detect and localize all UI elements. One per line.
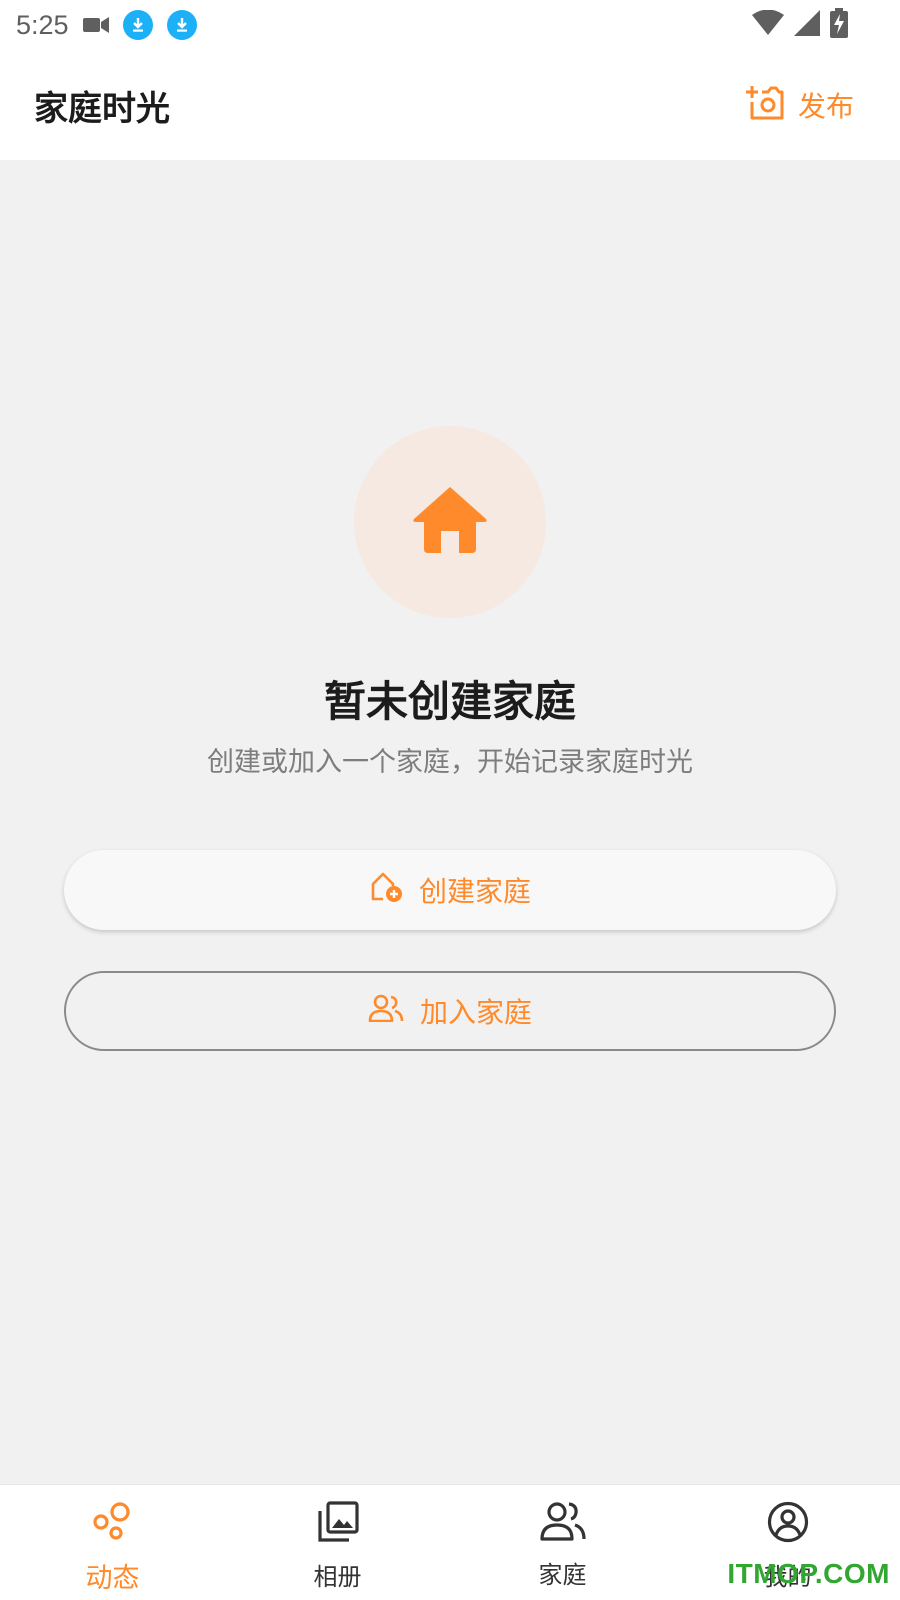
empty-state-title: 暂未创建家庭	[323, 677, 576, 726]
create-family-label: 创建家庭	[418, 875, 531, 908]
publish-button[interactable]: 发布	[745, 84, 854, 127]
empty-state-icon-circle	[354, 426, 546, 618]
signal-icon	[794, 10, 820, 40]
battery-icon	[830, 8, 848, 42]
nav-item-album[interactable]: 相册	[225, 1485, 450, 1600]
nav-label-moments: 动态	[85, 1563, 140, 1594]
download-icon	[166, 10, 197, 40]
nav-item-moments[interactable]: 动态	[0, 1485, 225, 1600]
status-bar: 5:25	[0, 0, 900, 50]
app-header: 家庭时光 发布	[0, 50, 900, 160]
nav-item-family[interactable]: 家庭	[450, 1485, 675, 1600]
family-icon	[539, 1501, 586, 1547]
empty-state-subtitle: 创建或加入一个家庭，开始记录家庭时光	[207, 747, 693, 778]
create-family-button[interactable]: 创建家庭	[64, 850, 836, 930]
nav-label-album: 相册	[313, 1563, 362, 1591]
wifi-icon	[752, 9, 784, 40]
home-icon	[412, 485, 488, 559]
add-home-icon	[369, 871, 403, 910]
page-title: 家庭时光	[34, 88, 170, 129]
nav-label-family: 家庭	[538, 1561, 587, 1589]
download-icon	[122, 10, 153, 40]
album-icon	[317, 1501, 359, 1549]
profile-icon	[767, 1501, 809, 1549]
publish-label: 发布	[797, 90, 854, 123]
people-icon	[368, 994, 404, 1029]
watermark: ITMOP.COM	[727, 1558, 890, 1589]
join-family-button[interactable]: 加入家庭	[64, 971, 836, 1051]
add-photo-icon	[745, 84, 784, 127]
join-family-label: 加入家庭	[419, 996, 532, 1029]
status-time: 5:25	[16, 9, 69, 40]
moments-icon	[92, 1501, 134, 1548]
status-indicators	[752, 8, 848, 42]
video-icon	[82, 16, 109, 34]
